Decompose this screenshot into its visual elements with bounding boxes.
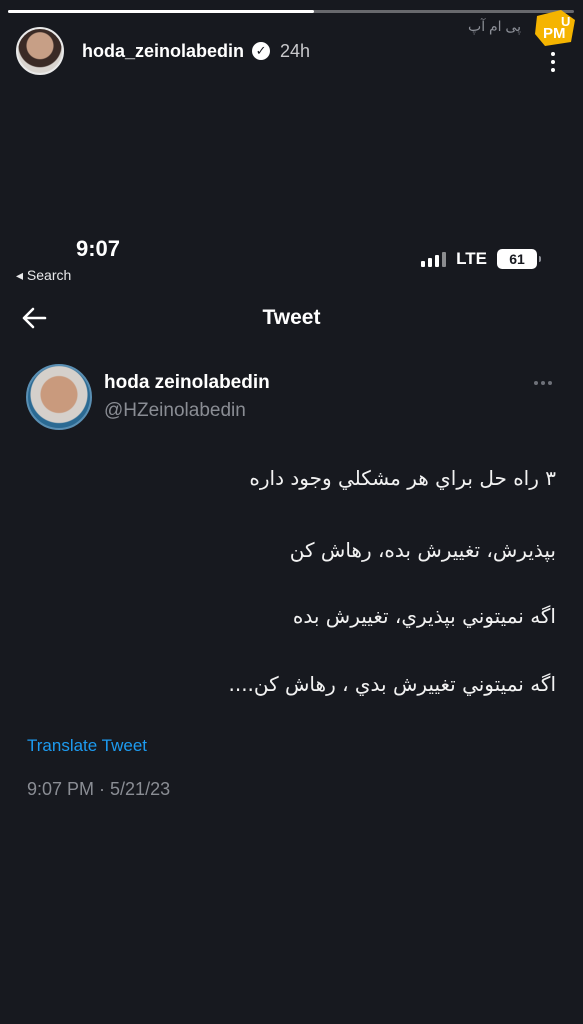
- tweet-avatar[interactable]: [26, 364, 92, 430]
- tweet-text-line: ۳ راه حل براي هر مشكلي وجود داره: [249, 466, 556, 490]
- tweet-text-line: اگه نميتوني تغييرش بدي ، رهاش كن....: [228, 672, 556, 696]
- tweet-display-name[interactable]: hoda zeinolabedin: [104, 372, 270, 394]
- back-to-search-link[interactable]: ◂ Search: [16, 267, 71, 284]
- translate-tweet-link[interactable]: Translate Tweet: [27, 736, 147, 756]
- tweet-more-options-icon[interactable]: [534, 381, 552, 385]
- story-avatar[interactable]: [16, 27, 64, 75]
- tweet-handle[interactable]: @HZeinolabedin: [104, 400, 246, 422]
- svg-text:U: U: [561, 14, 570, 29]
- tweet-timestamp[interactable]: 9:07 PM · 5/21/23: [27, 779, 170, 800]
- story-progress-fill: [8, 10, 314, 13]
- watermark-text: پی ام آپ: [468, 18, 521, 34]
- verified-badge-icon: ✓: [252, 42, 271, 60]
- network-type: LTE: [456, 249, 487, 268]
- battery-icon: 61: [497, 249, 541, 269]
- tweet-text-line: اگه نميتوني بپذيري، تغييرش بده: [292, 604, 556, 628]
- pup-logo-icon: PM U: [535, 10, 575, 46]
- signal-icon: [421, 251, 447, 267]
- status-indicators: LTE 61: [421, 248, 541, 270]
- story-username[interactable]: hoda_zeinolabedin: [82, 41, 244, 62]
- page-title: Tweet: [262, 306, 321, 329]
- tweet-text-line: بپذيرش، تغييرش بده، رهاش كن: [289, 538, 556, 562]
- story-time-ago: 24h: [280, 40, 311, 61]
- story-progress-bar: [8, 10, 574, 13]
- story-more-options-icon[interactable]: [551, 52, 555, 72]
- status-time: 9:07: [76, 236, 121, 261]
